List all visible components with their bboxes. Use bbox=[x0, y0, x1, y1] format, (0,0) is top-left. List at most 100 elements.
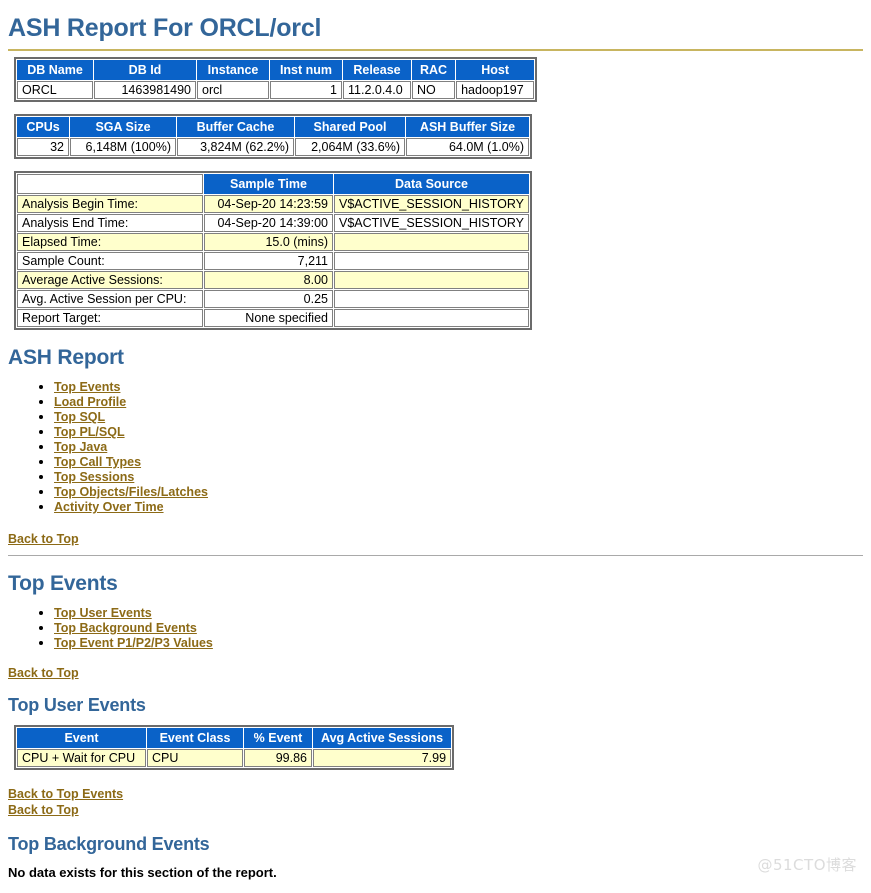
cell-shared-pool: 2,064M (33.6%) bbox=[295, 138, 405, 156]
analysis-summary-table: Sample Time Data Source Analysis Begin T… bbox=[14, 171, 533, 330]
cell-pct-event: 99.86 bbox=[244, 749, 312, 767]
row-label-analysis-end-time: Analysis End Time: bbox=[17, 214, 203, 232]
table-row: Sample Count: 7,211 bbox=[17, 252, 530, 270]
table-row: Analysis Begin Time: 04-Sep-20 14:23:59 … bbox=[17, 195, 530, 213]
toc-link-top-event-p1p2p3-values[interactable]: Top Event P1/P2/P3 Values bbox=[54, 636, 213, 650]
section-divider bbox=[8, 555, 863, 556]
col-instance: Instance bbox=[197, 60, 269, 80]
back-to-top-events-link[interactable]: Back to Top Events bbox=[8, 787, 123, 802]
table-row: Avg. Active Session per CPU: 0.25 bbox=[17, 290, 530, 308]
row-label-sample-count: Sample Count: bbox=[17, 252, 203, 270]
top-events-backlinks: Back to Top bbox=[8, 665, 863, 681]
list-item: Activity Over Time bbox=[54, 500, 863, 515]
list-item: Top SQL bbox=[54, 410, 863, 425]
back-to-top-link[interactable]: Back to Top bbox=[8, 803, 79, 818]
memory-config-table: CPUs SGA Size Buffer Cache Shared Pool A… bbox=[14, 114, 532, 159]
toc-link-top-events[interactable]: Top Events bbox=[54, 380, 120, 394]
col-cpus: CPUs bbox=[17, 117, 69, 137]
toc-link-top-plsql[interactable]: Top PL/SQL bbox=[54, 425, 125, 439]
list-item: Top User Events bbox=[54, 606, 863, 621]
cell-elapsed-time-value: 15.0 (mins) bbox=[204, 233, 333, 251]
col-rac: RAC bbox=[412, 60, 456, 80]
table-header-row: CPUs SGA Size Buffer Cache Shared Pool A… bbox=[17, 117, 529, 137]
table-row: Average Active Sessions: 8.00 bbox=[17, 271, 530, 289]
col-data-source: Data Source bbox=[334, 174, 530, 194]
row-label-average-active-sessions: Average Active Sessions: bbox=[17, 271, 203, 289]
top-background-events-no-data: No data exists for this section of the r… bbox=[8, 865, 277, 880]
toc-link-top-sessions[interactable]: Top Sessions bbox=[54, 470, 134, 484]
row-label-avg-active-session-per-cpu: Avg. Active Session per CPU: bbox=[17, 290, 203, 308]
cell-db-id: 1463981490 bbox=[94, 81, 196, 99]
cell-analysis-end-time-source: V$ACTIVE_SESSION_HISTORY bbox=[334, 214, 530, 232]
cell-inst-num: 1 bbox=[270, 81, 342, 99]
table-row: Report Target: None specified bbox=[17, 309, 530, 327]
site-watermark: @51CTO博客 bbox=[757, 856, 857, 874]
table-row: ORCL 1463981490 orcl 1 11.2.0.4.0 NO had… bbox=[17, 81, 535, 99]
ash-report-toc-list: Top Events Load Profile Top SQL Top PL/S… bbox=[8, 380, 863, 515]
row-label-elapsed-time: Elapsed Time: bbox=[17, 233, 203, 251]
col-sga-size: SGA Size bbox=[70, 117, 176, 137]
ash-report-heading: ASH Report bbox=[8, 346, 124, 369]
top-events-toc-list: Top User Events Top Background Events To… bbox=[8, 606, 863, 651]
toc-link-top-objects-files-latches[interactable]: Top Objects/Files/Latches bbox=[54, 485, 208, 499]
cell-ash-buffer-size: 64.0M (1.0%) bbox=[406, 138, 529, 156]
ash-report-backlinks: Back to Top bbox=[8, 531, 863, 547]
cell-instance: orcl bbox=[197, 81, 269, 99]
back-to-top-link[interactable]: Back to Top bbox=[8, 666, 79, 681]
table-row: Elapsed Time: 15.0 (mins) bbox=[17, 233, 530, 251]
cell-db-name: ORCL bbox=[17, 81, 93, 99]
col-shared-pool: Shared Pool bbox=[295, 117, 405, 137]
col-host: Host bbox=[456, 60, 535, 80]
cell-cpus: 32 bbox=[17, 138, 69, 156]
toc-link-top-user-events[interactable]: Top User Events bbox=[54, 606, 152, 620]
col-ash-buffer-size: ASH Buffer Size bbox=[406, 117, 529, 137]
list-item: Top Call Types bbox=[54, 455, 863, 470]
col-pct-event: % Event bbox=[244, 728, 312, 748]
top-user-events-backlinks: Back to Top Events Back to Top bbox=[8, 786, 863, 818]
toc-link-top-call-types[interactable]: Top Call Types bbox=[54, 455, 141, 469]
col-event-class: Event Class bbox=[147, 728, 243, 748]
table-header-row: DB Name DB Id Instance Inst num Release … bbox=[17, 60, 535, 80]
cell-rac: NO bbox=[412, 81, 456, 99]
cell-avg-active-session-per-cpu-source bbox=[334, 290, 530, 308]
toc-link-top-java[interactable]: Top Java bbox=[54, 440, 107, 454]
top-events-heading: Top Events bbox=[8, 572, 118, 595]
top-background-events-heading: Top Background Events bbox=[8, 834, 210, 854]
col-release: Release bbox=[343, 60, 411, 80]
list-item: Top Event P1/P2/P3 Values bbox=[54, 636, 863, 651]
table-row: CPU + Wait for CPU CPU 99.86 7.99 bbox=[17, 749, 452, 767]
cell-average-active-sessions-value: 8.00 bbox=[204, 271, 333, 289]
col-avg-active-sessions: Avg Active Sessions bbox=[313, 728, 452, 748]
toc-link-activity-over-time[interactable]: Activity Over Time bbox=[54, 500, 164, 514]
cell-analysis-begin-time-value: 04-Sep-20 14:23:59 bbox=[204, 195, 333, 213]
cell-buffer-cache: 3,824M (62.2%) bbox=[177, 138, 294, 156]
col-db-id: DB Id bbox=[94, 60, 196, 80]
table-row: Analysis End Time: 04-Sep-20 14:39:00 V$… bbox=[17, 214, 530, 232]
cell-event: CPU + Wait for CPU bbox=[17, 749, 146, 767]
page-title: ASH Report For ORCL/orcl bbox=[8, 14, 863, 51]
top-user-events-table: Event Event Class % Event Avg Active Ses… bbox=[14, 725, 455, 770]
table-row: 32 6,148M (100%) 3,824M (62.2%) 2,064M (… bbox=[17, 138, 529, 156]
list-item: Top Events bbox=[54, 380, 863, 395]
cell-avg-active-session-per-cpu-value: 0.25 bbox=[204, 290, 333, 308]
db-info-table: DB Name DB Id Instance Inst num Release … bbox=[14, 57, 538, 102]
back-to-top-link[interactable]: Back to Top bbox=[8, 532, 79, 547]
cell-release: 11.2.0.4.0 bbox=[343, 81, 411, 99]
cell-sample-count-source bbox=[334, 252, 530, 270]
toc-link-top-background-events[interactable]: Top Background Events bbox=[54, 621, 197, 635]
col-db-name: DB Name bbox=[17, 60, 93, 80]
list-item: Top Objects/Files/Latches bbox=[54, 485, 863, 500]
cell-sga-size: 6,148M (100%) bbox=[70, 138, 176, 156]
cell-host: hadoop197 bbox=[456, 81, 535, 99]
col-sample-time: Sample Time bbox=[204, 174, 333, 194]
cell-average-active-sessions-source bbox=[334, 271, 530, 289]
cell-event-class: CPU bbox=[147, 749, 243, 767]
list-item: Top Java bbox=[54, 440, 863, 455]
cell-report-target-value: None specified bbox=[204, 309, 333, 327]
toc-link-top-sql[interactable]: Top SQL bbox=[54, 410, 105, 424]
toc-link-load-profile[interactable]: Load Profile bbox=[54, 395, 126, 409]
row-label-analysis-begin-time: Analysis Begin Time: bbox=[17, 195, 203, 213]
col-event: Event bbox=[17, 728, 146, 748]
col-inst-num: Inst num bbox=[270, 60, 342, 80]
top-user-events-heading: Top User Events bbox=[8, 695, 146, 715]
